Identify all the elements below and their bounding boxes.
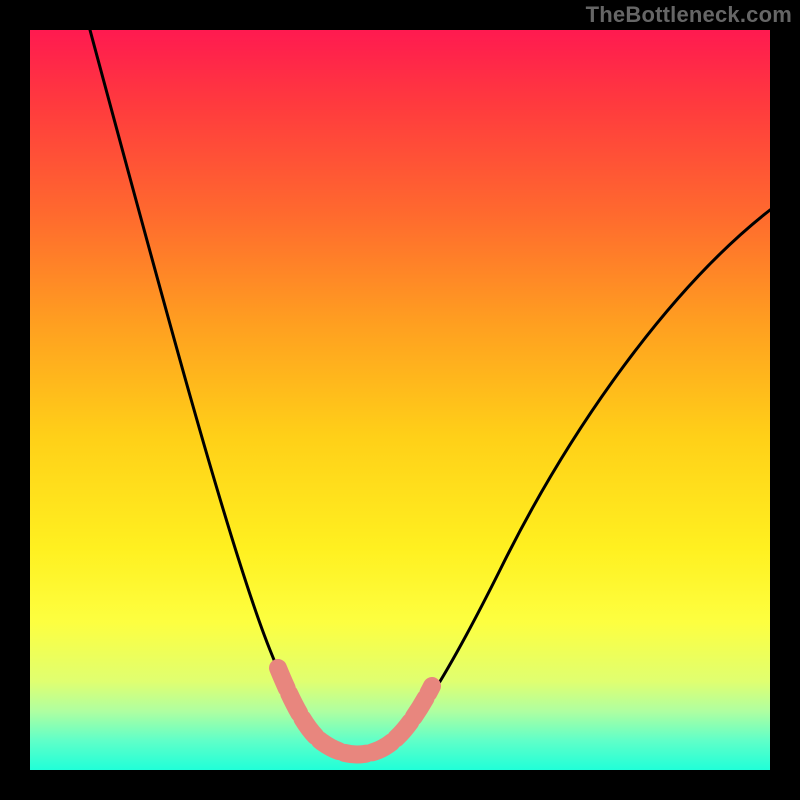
plot-area <box>30 30 770 770</box>
chart-frame: TheBottleneck.com <box>0 0 800 800</box>
bottleneck-curve <box>30 30 770 770</box>
curve-path <box>90 30 770 752</box>
watermark: TheBottleneck.com <box>586 2 792 28</box>
highlight-segment <box>278 668 432 755</box>
